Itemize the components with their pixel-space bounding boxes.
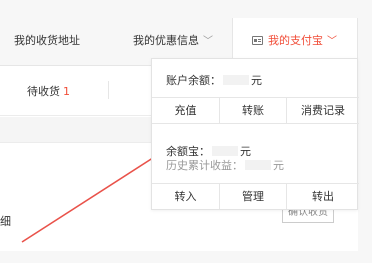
nav-my-address[interactable]: 我的收货地址: [14, 18, 80, 66]
nav-my-coupons-label: 我的优惠信息: [133, 34, 199, 47]
divider: [108, 81, 109, 99]
nav-my-address-label: 我的收货地址: [14, 34, 80, 47]
account-balance: 账户余额： 元: [166, 72, 262, 88]
history-earnings: 历史累计收益： 元: [166, 157, 284, 173]
spending-records-button[interactable]: 消费记录: [286, 98, 359, 123]
history-earnings-value-masked: [245, 160, 271, 170]
recharge-button[interactable]: 充值: [152, 98, 219, 123]
account-balance-label: 账户余额：: [166, 74, 221, 87]
account-balance-unit: 元: [251, 74, 262, 87]
history-earnings-unit: 元: [273, 159, 284, 172]
alipay-dropdown-menu: 账户余额：元 充值 转账 消费记录 余额宝：元 历史累计收益：元 转入 管理 转…: [151, 58, 359, 211]
transfer-button[interactable]: 转账: [219, 98, 286, 123]
yuebao-actions: 转入 管理 转出: [152, 183, 359, 211]
card-icon: [252, 36, 263, 45]
yuebao-value-masked: [212, 146, 238, 156]
pending-receipt-link[interactable]: 待收货 1: [27, 83, 70, 99]
transfer-in-button[interactable]: 转入: [152, 184, 219, 209]
pending-receipt-count: 1: [63, 85, 70, 98]
transfer-out-button[interactable]: 转出: [286, 184, 359, 209]
balance-actions: 充值 转账 消费记录: [152, 97, 359, 124]
history-earnings-label: 历史累计收益：: [166, 159, 243, 172]
nav-my-alipay-label: 我的支付宝: [268, 34, 323, 47]
account-balance-value-masked: [223, 75, 249, 85]
pending-receipt-label: 待收货: [27, 85, 60, 98]
manage-button[interactable]: 管理: [219, 184, 286, 209]
order-detail-text: 细: [0, 215, 11, 228]
